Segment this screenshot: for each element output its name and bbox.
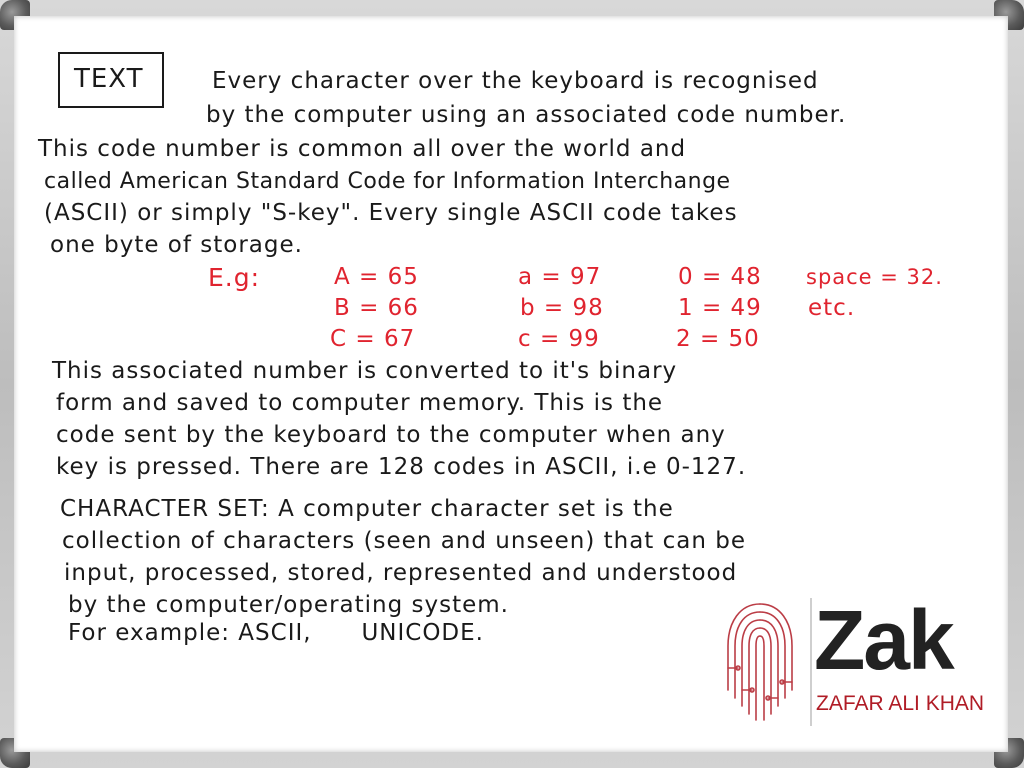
example-etc: etc. (808, 295, 856, 321)
p3-line-2: collection of characters (seen and unsee… (62, 528, 746, 554)
p3-line-3: input, processed, stored, represented an… (64, 560, 738, 586)
example-lower-a: a = 97 (518, 264, 602, 290)
p3-line-5: For example: ASCII, UNICODE. (68, 620, 484, 646)
p1-line-5: (ASCII) or simply "S-key". Every single … (44, 200, 738, 226)
fingerprint-icon (727, 603, 793, 721)
p1-line-2: by the computer using an associated code… (206, 102, 847, 128)
p2-line-3: code sent by the keyboard to the compute… (56, 422, 726, 448)
p1-line-6: one byte of storage. (50, 232, 303, 258)
example-upper-a: A = 65 (334, 264, 419, 290)
example-digit-0: 0 = 48 (678, 264, 762, 290)
heading-text: TEXT (74, 64, 144, 94)
p3-line-4: by the computer/operating system. (68, 592, 509, 618)
logo-subtitle: ZAFAR ALI KHAN (816, 692, 985, 715)
example-upper-b: B = 66 (334, 295, 419, 321)
example-space: space = 32. (806, 265, 943, 289)
p1-line-1: Every character over the keyboard is rec… (212, 68, 819, 94)
p2-line-1: This associated number is converted to i… (52, 358, 678, 384)
logo-divider (810, 598, 812, 726)
example-lower-b: b = 98 (520, 295, 604, 321)
p1-line-3: This code number is common all over the … (38, 136, 687, 162)
example-digit-2: 2 = 50 (676, 326, 760, 352)
p3-line-1: CHARACTER SET: A computer character set … (60, 496, 674, 522)
example-lower-c: c = 99 (518, 326, 600, 352)
zak-logo: Zak ZAFAR ALI KHAN (722, 593, 1012, 728)
example-digit-1: 1 = 49 (678, 295, 762, 321)
examples-label: E.g: (208, 263, 261, 292)
p2-line-4: key is pressed. There are 128 codes in A… (56, 454, 747, 480)
p2-line-2: form and saved to computer memory. This … (56, 390, 664, 416)
p1-line-4: called American Standard Code for Inform… (44, 169, 731, 194)
heading-box: TEXT (58, 52, 164, 108)
example-upper-c: C = 67 (330, 326, 416, 352)
logo-wordmark: Zak (814, 593, 955, 687)
